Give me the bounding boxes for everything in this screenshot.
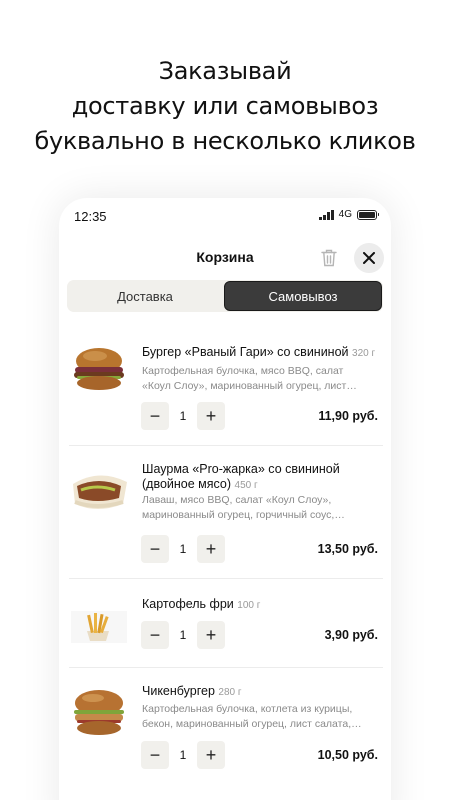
increase-button[interactable]: + [197,621,225,649]
quantity-value: 1 [179,542,187,556]
signal-icon [319,209,334,220]
item-description-line-1: Картофельная булочка, мясо BBQ, салат [142,365,344,377]
increase-button[interactable]: + [197,402,225,430]
decrease-button[interactable]: − [141,402,169,430]
tab-delivery[interactable]: Доставка [67,280,223,312]
item-name: Картофель фри 100 г [142,597,381,613]
status-time: 12:35 [74,209,107,224]
trash-icon[interactable] [320,248,338,268]
cart-item: Чикенбургер 280 г Картофельная булочка, … [59,668,391,800]
item-description: Картофельная булочка, котлета из курицы,… [142,702,381,732]
item-title: Картофель фри [142,597,234,611]
burger-image [69,345,129,395]
cart-item: Шаурма «Pro-жарка» со свининой (двойное … [59,446,391,579]
item-title: Чикенбургер [142,684,215,698]
cart-header: Корзина [59,240,391,276]
item-name: Чикенбургер 280 г [142,684,381,700]
increase-button[interactable]: + [197,741,225,769]
status-icons: 4G [319,209,379,220]
close-button[interactable] [354,243,384,273]
chicken-burger-image [69,688,129,738]
item-description-line-2: маринованный огурец, горчичный соус,… [142,509,345,521]
cart-item: Картофель фри 100 г − 1 + 3,90 руб. [59,579,391,668]
battery-icon [357,209,379,220]
item-description: Лаваш, мясо BBQ, салат «Коул Слоу», мари… [142,493,381,523]
page-title: Корзина [196,249,254,265]
quantity-value: 1 [179,409,187,423]
item-price: 10,50 руб. [317,748,378,762]
quantity-stepper: − 1 + [141,535,225,563]
promo-headline: Заказывай доставку или самовывоз букваль… [0,54,450,159]
quantity-value: 1 [179,748,187,762]
item-price: 11,90 руб. [318,409,378,423]
item-weight: 320 г [352,348,376,359]
headline-line-1: Заказывай [158,57,292,85]
network-type: 4G [338,209,352,220]
item-weight: 100 г [237,600,261,611]
quantity-stepper: − 1 + [141,621,225,649]
item-description-line-1: Лаваш, мясо BBQ, салат «Коул Слоу», [142,494,332,506]
item-title: Шаурма «Pro-жарка» со свининой [142,462,340,476]
headline-line-2: доставку или самовывоз [71,92,379,120]
item-price: 13,50 руб. [317,542,378,556]
decrease-button[interactable]: − [141,621,169,649]
item-description-line-2: бекон, маринованный огурец, лист салата,… [142,718,362,730]
decrease-button[interactable]: − [141,535,169,563]
phone-frame: 12:35 4G Корзина Доставка Самовывоз Бург… [59,198,391,800]
item-title: Бургер «Рваный Гари» со свининой [142,345,349,359]
delivery-mode-tabs: Доставка Самовывоз [67,280,383,312]
close-icon [363,252,375,264]
quantity-stepper: − 1 + [141,402,225,430]
shawarma-image [69,464,129,514]
item-description-line-2: «Коул Слоу», маринованный огурец, лист… [142,380,357,392]
item-weight: 280 г [218,687,242,698]
tab-pickup[interactable]: Самовывоз [224,281,382,311]
item-price: 3,90 руб. [324,628,378,642]
increase-button[interactable]: + [197,535,225,563]
decrease-button[interactable]: − [141,741,169,769]
item-description-line-1: Картофельная булочка, котлета из курицы, [142,703,353,715]
status-bar: 12:35 4G [59,198,391,234]
item-weight: 450 г [234,480,258,491]
cart-item: Бургер «Рваный Гари» со свининой 320 г К… [59,328,391,446]
item-title-line-2: (двойное мясо) [142,477,232,491]
quantity-stepper: − 1 + [141,741,225,769]
item-name: Бургер «Рваный Гари» со свининой 320 г [142,345,381,361]
quantity-value: 1 [179,628,187,642]
item-name: Шаурма «Pro-жарка» со свининой (двойное … [142,462,381,493]
fries-image [69,601,129,651]
item-description: Картофельная булочка, мясо BBQ, салат «К… [142,364,381,394]
headline-line-3: буквально в несколько кликов [34,127,416,155]
